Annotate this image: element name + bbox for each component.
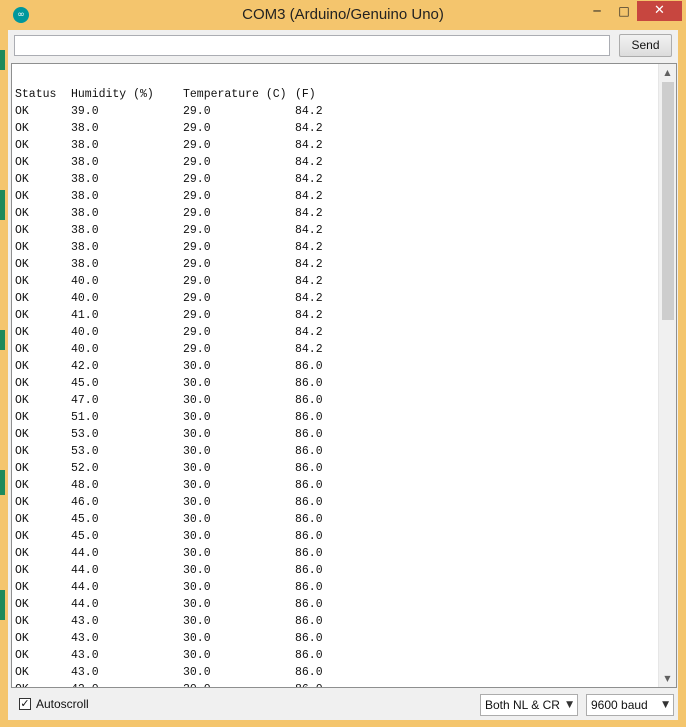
output-line: OK 38.0 29.0 84.2	[15, 122, 323, 135]
output-line: OK 48.0 30.0 86.0	[15, 479, 323, 492]
output-line: OK 45.0 30.0 86.0	[15, 530, 323, 543]
output-line: OK 43.0 30.0 86.0	[15, 649, 323, 662]
output-header: Status Humidity (%) Temperature (C) (F)	[15, 88, 316, 101]
output-line: OK 44.0 30.0 86.0	[15, 598, 323, 611]
output-line: OK 53.0 30.0 86.0	[15, 445, 323, 458]
output-line: OK 44.0 30.0 86.0	[15, 564, 323, 577]
window-client-area: Send Status Humidity (%) Temperature (C) (F…	[8, 30, 678, 720]
window-left-edge	[0, 30, 8, 727]
output-line: OK 40.0 29.0 84.2	[15, 292, 323, 305]
serial-output-text: Status Humidity (%) Temperature (C) (F) OK 3…	[15, 86, 323, 687]
output-line: OK 38.0 29.0 84.2	[15, 258, 323, 271]
output-line: OK 40.0 29.0 84.2	[15, 343, 323, 356]
output-line: OK 43.0 30.0 86.0	[15, 615, 323, 628]
output-line: OK42.030.086.0	[15, 360, 323, 373]
scroll-down-arrow-icon[interactable]: ▼	[659, 670, 676, 687]
output-line: OK 53.0 30.0 86.0	[15, 428, 323, 441]
output-line: OK 41.0 29.0 84.2	[15, 309, 323, 322]
output-line: OK 47.0 30.0 86.0	[15, 394, 323, 407]
close-button[interactable]: ✕	[637, 1, 682, 21]
output-line: OK 44.0 30.0 86.0	[15, 547, 323, 560]
output-line: OK 38.0 29.0 84.2	[15, 190, 323, 203]
output-line: OK 46.0 30.0 86.0	[15, 496, 323, 509]
output-line: OK 38.0 29.0 84.2	[15, 173, 323, 186]
output-line: OK 52.0 30.0 86.0	[15, 462, 323, 475]
output-line: OK 38.0 29.0 84.2	[15, 207, 323, 220]
output-line: OK 39.0 29.0 84.2	[15, 105, 323, 118]
chevron-down-icon: ▼	[662, 700, 669, 710]
output-line: OK 45.0 30.0 86.0	[15, 377, 323, 390]
scrollbar-thumb[interactable]	[662, 82, 674, 320]
output-line: OK 44.0 30.0 86.0	[15, 581, 323, 594]
output-line: OK 45.0 30.0 86.0	[15, 513, 323, 526]
send-button[interactable]: Send	[619, 34, 672, 57]
maximize-button[interactable]: □	[612, 1, 636, 21]
bottom-bar: ✓ Autoscroll Both NL & CR ▼ 9600 baud ▼	[8, 688, 678, 720]
output-line: OK 40.0 29.0 84.2	[15, 275, 323, 288]
vertical-scrollbar[interactable]: ▲ ▼	[658, 64, 676, 687]
line-ending-select[interactable]: Both NL & CR ▼	[480, 694, 578, 716]
output-line: OK 38.0 29.0 84.2	[15, 139, 323, 152]
checkmark-icon: ✓	[20, 698, 30, 710]
serial-input-field[interactable]	[14, 35, 610, 56]
autoscroll-checkbox[interactable]: ✓	[19, 698, 31, 710]
output-line: OK 51.0 30.0 86.0	[15, 411, 323, 424]
chevron-down-icon: ▼	[566, 700, 573, 710]
scroll-up-arrow-icon[interactable]: ▲	[659, 64, 676, 81]
output-line: OK 38.0 29.0 84.2	[15, 241, 323, 254]
serial-monitor-window: ∞ COM3 (Arduino/Genuino Uno) ─ □ ✕ Send …	[0, 0, 686, 727]
output-line: OK 40.0 29.0 84.2	[15, 326, 323, 339]
output-line: OK 43.0 30.0 86.0	[15, 632, 323, 645]
minimize-button[interactable]: ─	[585, 1, 609, 21]
output-line: OK42.030.086.0	[15, 681, 323, 687]
title-bar: ∞ COM3 (Arduino/Genuino Uno) ─ □ ✕	[0, 0, 686, 30]
autoscroll-label[interactable]: Autoscroll	[36, 697, 89, 711]
baud-rate-select[interactable]: 9600 baud ▼	[586, 694, 674, 716]
output-line: OK 38.0 29.0 84.2	[15, 156, 323, 169]
output-line: OK 43.0 30.0 86.0	[15, 666, 323, 679]
serial-output-area[interactable]: Status Humidity (%) Temperature (C) (F) OK 3…	[11, 63, 677, 688]
window-title: COM3 (Arduino/Genuino Uno)	[242, 6, 444, 23]
output-line: OK 38.0 29.0 84.2	[15, 224, 323, 237]
